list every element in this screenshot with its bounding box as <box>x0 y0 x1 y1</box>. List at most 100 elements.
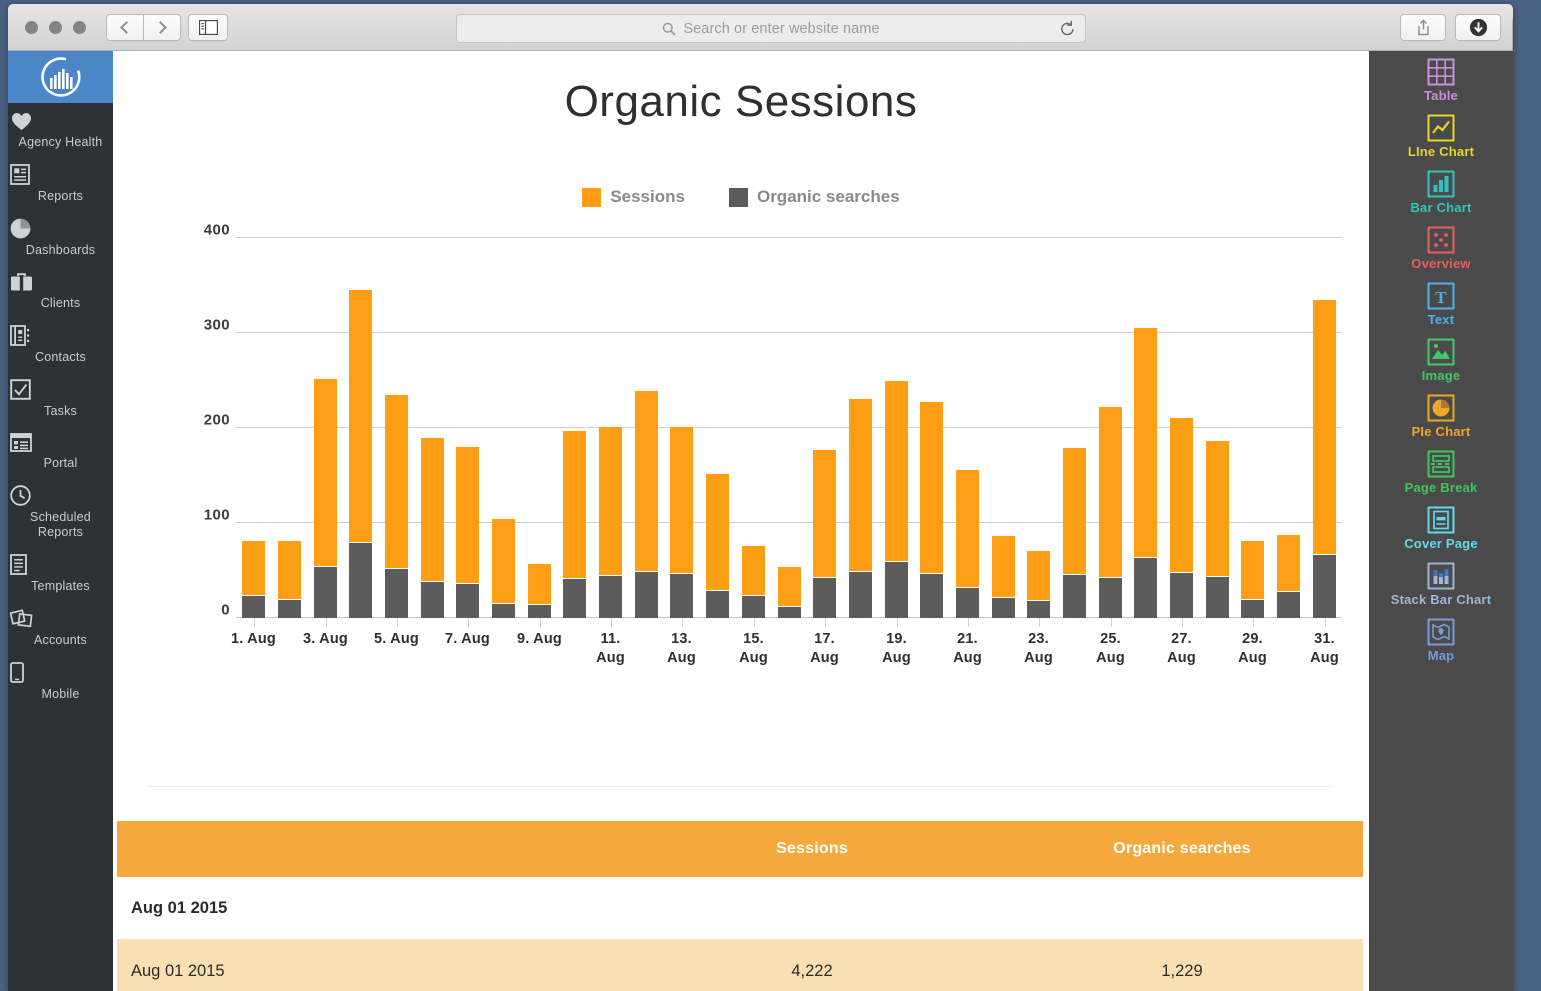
widget-cover-page[interactable]: Cover Page <box>1369 499 1513 555</box>
widget-page-break[interactable]: Page Break <box>1369 443 1513 499</box>
close-window-button[interactable] <box>25 21 38 34</box>
bar-group[interactable] <box>314 379 337 618</box>
widget-stack-bar-chart[interactable]: Stack Bar Chart <box>1369 555 1513 611</box>
bar-group[interactable] <box>920 402 943 618</box>
forward-button[interactable] <box>143 14 181 41</box>
x-axis-tick-label: 21.Aug <box>939 630 997 668</box>
x-axis-tick-mark <box>611 618 612 627</box>
briefcase-icon <box>10 272 111 292</box>
sidebar-item-label: Clients <box>10 296 111 311</box>
widget-label: PIe Chart <box>1371 424 1511 439</box>
bar-group[interactable] <box>563 431 586 618</box>
widget-bar-chart[interactable]: Bar Chart <box>1369 163 1513 219</box>
contacts-book-icon <box>10 325 111 346</box>
sidebar-item-label: Portal <box>10 456 111 471</box>
maximize-window-button[interactable] <box>73 21 86 34</box>
bar-group[interactable] <box>635 391 658 618</box>
bar-group[interactable] <box>1241 541 1264 618</box>
bar-group[interactable] <box>885 381 908 618</box>
bar-group[interactable] <box>456 447 479 618</box>
bar-group[interactable] <box>242 541 265 618</box>
table-row[interactable]: Aug 01 2015 4,222 1,229 <box>117 939 1363 991</box>
widget-label: Text <box>1371 312 1511 327</box>
downloads-button[interactable] <box>1455 14 1501 41</box>
widget-text[interactable]: TText <box>1369 275 1513 331</box>
bar-group[interactable] <box>956 470 979 618</box>
sidebar-item-contacts[interactable]: Contacts <box>8 317 113 371</box>
bar-group[interactable] <box>1277 535 1300 618</box>
sidebar-item-mobile[interactable]: Mobile <box>8 654 113 708</box>
x-axis-tick-mark <box>326 618 327 627</box>
legend-item-organic-searches[interactable]: Organic searches <box>729 187 900 207</box>
bar-group[interactable] <box>599 427 622 618</box>
bar-group[interactable] <box>849 399 872 618</box>
share-button[interactable] <box>1400 14 1446 41</box>
address-bar[interactable]: Search or enter website name <box>456 14 1086 43</box>
sidebar-toggle-button[interactable] <box>188 14 228 41</box>
sidebar-item-scheduled-reports[interactable]: Scheduled Reports <box>8 477 113 546</box>
bar-group[interactable] <box>1027 551 1050 618</box>
row-sessions-value: 4,222 <box>622 962 1002 981</box>
gridline <box>236 332 1342 333</box>
bar-group[interactable] <box>1134 328 1157 618</box>
bar-group[interactable] <box>528 564 551 618</box>
sidebar-item-clients[interactable]: Clients <box>8 264 113 317</box>
bar-group[interactable] <box>1170 418 1193 618</box>
bar-group[interactable] <box>1099 407 1122 618</box>
x-axis-tick-mark <box>1039 618 1040 627</box>
bar-group[interactable] <box>778 567 801 618</box>
x-axis-tick-mark <box>754 618 755 627</box>
minimize-window-button[interactable] <box>49 21 62 34</box>
bar-group[interactable] <box>278 541 301 618</box>
bar-group[interactable] <box>813 450 836 618</box>
sidebar-item-agency-health[interactable]: Agency Health <box>8 103 113 156</box>
bar-group[interactable] <box>421 438 444 619</box>
widget-image[interactable]: Image <box>1369 331 1513 387</box>
gridline <box>236 237 1342 238</box>
bar-segment-organic-searches <box>849 571 872 619</box>
sidebar-item-accounts[interactable]: Accounts <box>8 600 113 654</box>
bar-group[interactable] <box>706 474 729 618</box>
table-header-row: Sessions Organic searches <box>117 821 1363 877</box>
bar-group[interactable] <box>1206 441 1229 618</box>
widget-overview[interactable]: Overview <box>1369 219 1513 275</box>
legend-item-sessions[interactable]: Sessions <box>582 187 685 207</box>
bar-group[interactable] <box>349 290 372 618</box>
bar-group[interactable] <box>742 546 765 618</box>
sidebar-item-dashboards[interactable]: Dashboards <box>8 210 113 264</box>
heart-icon <box>10 111 111 131</box>
bar-group[interactable] <box>385 395 408 618</box>
back-button[interactable] <box>106 14 144 41</box>
address-input-placeholder[interactable]: Search or enter website name <box>683 21 879 37</box>
brand-logo[interactable] <box>8 51 113 103</box>
x-axis-tick-label: 1. Aug <box>225 630 283 649</box>
bar-group[interactable] <box>1063 448 1086 618</box>
sidebar-item-tasks[interactable]: Tasks <box>8 371 113 425</box>
x-axis-tick-label: 9. Aug <box>511 630 569 649</box>
new-tab-button[interactable]: + <box>1512 18 1513 51</box>
reload-icon[interactable] <box>1059 20 1076 38</box>
sidebar-item-reports[interactable]: Reports <box>8 156 113 210</box>
widget-line-chart[interactable]: LIne Chart <box>1369 107 1513 163</box>
bar-segment-organic-searches <box>1063 574 1086 618</box>
sidebar-item-portal[interactable]: Portal <box>8 425 113 477</box>
report-icon <box>10 164 111 185</box>
widget-map[interactable]: Map <box>1369 611 1513 667</box>
cards-icon <box>10 608 111 629</box>
bar-group[interactable] <box>992 536 1015 618</box>
sidebar-item-templates[interactable]: Templates <box>8 546 113 600</box>
legend-label: Sessions <box>610 187 685 207</box>
x-axis-tick-label: 31.Aug <box>1296 630 1354 668</box>
data-table: Sessions Organic searches Aug 01 2015 Au… <box>117 821 1363 991</box>
chart-legend: Sessions Organic searches <box>113 187 1369 207</box>
x-axis-tick-label: 25.Aug <box>1082 630 1140 668</box>
y-axis-tick-label: 0 <box>221 602 230 619</box>
bar-group[interactable] <box>1313 300 1336 618</box>
bar-group[interactable] <box>670 427 693 618</box>
bar-group[interactable] <box>492 519 515 618</box>
widget-pie-chart[interactable]: PIe Chart <box>1369 387 1513 443</box>
bar-segment-organic-searches <box>349 542 372 618</box>
legend-swatch <box>582 188 601 207</box>
bar-chart-circle-logo-icon <box>40 56 82 98</box>
widget-table[interactable]: Table <box>1369 51 1513 107</box>
